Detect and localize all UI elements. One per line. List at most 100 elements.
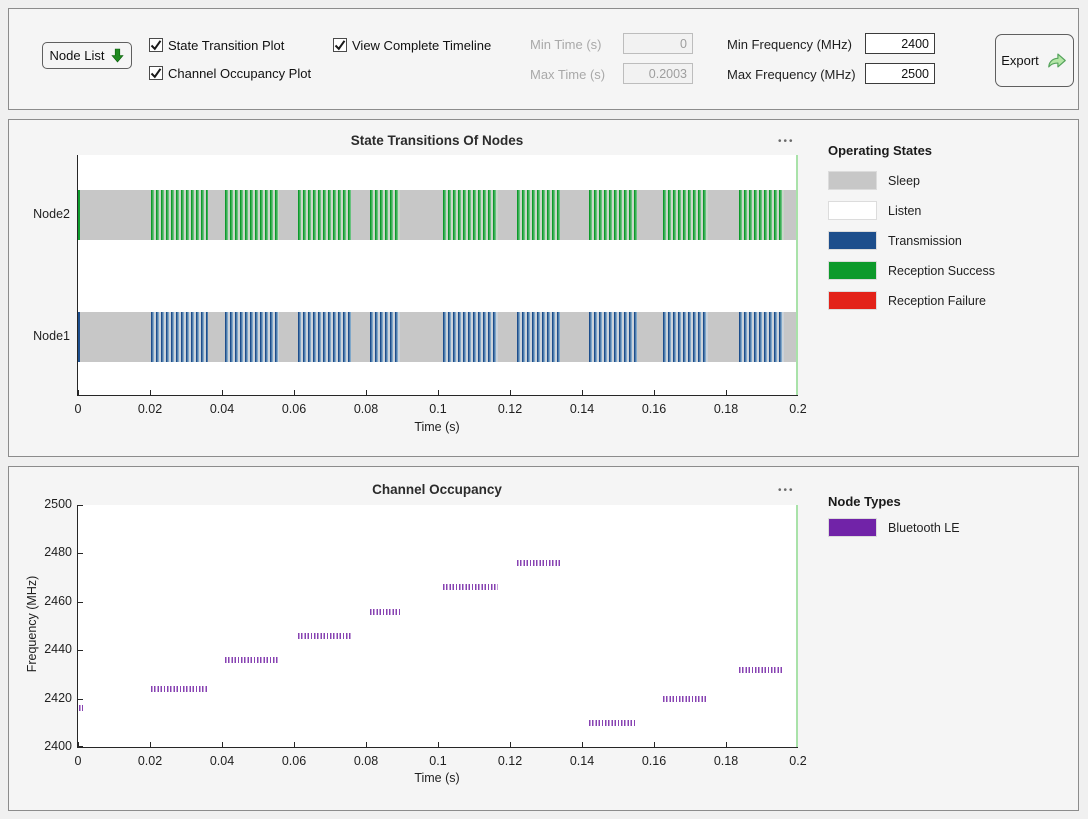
state-burst xyxy=(370,190,400,240)
x-tick-mark xyxy=(366,390,367,395)
checkbox-channel-occupancy-plot[interactable]: Channel Occupancy Plot xyxy=(149,65,311,81)
y-tick-mark xyxy=(78,699,83,700)
x-tick-mark xyxy=(294,742,295,747)
chart-options-icon[interactable]: ••• xyxy=(778,485,795,496)
node-list-label: Node List xyxy=(50,48,105,63)
x-tick-label: 0.16 xyxy=(642,402,666,416)
state-burst xyxy=(298,312,351,362)
state-burst xyxy=(739,190,784,240)
operating-states-legend-title: Operating States xyxy=(828,143,932,158)
x-tick-label: 0.14 xyxy=(570,402,594,416)
checkbox-view-complete-timeline[interactable]: View Complete Timeline xyxy=(333,37,491,53)
channel-occupancy-segment xyxy=(370,609,400,615)
x-tick-label: 0.08 xyxy=(354,754,378,768)
x-tick-label: 0 xyxy=(75,754,82,768)
checkbox-state-transition-plot[interactable]: State Transition Plot xyxy=(149,37,284,53)
legend-item: Bluetooth LE xyxy=(828,518,960,537)
y-tick-label: 2420 xyxy=(28,691,72,705)
min-time-input[interactable] xyxy=(623,33,693,54)
min-frequency-input[interactable] xyxy=(865,33,935,54)
node-types-legend: Bluetooth LE xyxy=(828,518,960,548)
state-track xyxy=(78,312,798,362)
channel-occupancy-segment xyxy=(298,633,351,639)
channel-occupancy-segment xyxy=(589,720,638,726)
y-tick-label: 2460 xyxy=(28,594,72,608)
max-time-input[interactable] xyxy=(623,63,693,84)
node-row-label: Node1 xyxy=(12,329,70,343)
legend-swatch xyxy=(828,231,877,250)
state-burst xyxy=(589,312,638,362)
legend-item: Reception Success xyxy=(828,261,995,280)
y-tick-label: 2500 xyxy=(28,497,72,511)
x-tick-mark xyxy=(78,390,79,395)
legend-label: Sleep xyxy=(888,174,920,188)
state-chart-title: State Transitions Of Nodes xyxy=(77,133,797,148)
state-burst xyxy=(151,312,208,362)
checkbox-checked-icon[interactable] xyxy=(333,38,347,52)
state-burst xyxy=(739,312,784,362)
x-tick-label: 0.02 xyxy=(138,402,162,416)
legend-item: Transmission xyxy=(828,231,995,250)
node-row-label: Node2 xyxy=(12,207,70,221)
channel-occupancy-segment xyxy=(225,657,279,663)
legend-label: Reception Success xyxy=(888,264,995,278)
legend-swatch xyxy=(828,171,877,190)
x-tick-label: 0.16 xyxy=(642,754,666,768)
y-tick-mark xyxy=(78,602,83,603)
channel-occupancy-panel: Channel Occupancy ••• Frequency (MHz) 24… xyxy=(8,466,1079,811)
x-tick-label: 0.04 xyxy=(210,754,234,768)
legend-swatch xyxy=(828,291,877,310)
y-tick-mark xyxy=(78,505,83,506)
x-tick-mark xyxy=(222,742,223,747)
x-tick-label: 0.08 xyxy=(354,402,378,416)
initial-state-mark xyxy=(78,312,80,362)
max-time-label: Max Time (s) xyxy=(530,67,605,82)
checkbox-checked-icon[interactable] xyxy=(149,38,163,52)
export-button[interactable]: Export xyxy=(995,34,1074,87)
state-burst xyxy=(517,312,561,362)
checkbox-checked-icon[interactable] xyxy=(149,66,163,80)
state-track xyxy=(78,190,798,240)
node-list-button[interactable]: Node List xyxy=(42,42,132,69)
x-axis-title: Time (s) xyxy=(77,420,797,434)
legend-item: Sleep xyxy=(828,171,995,190)
max-frequency-label: Max Frequency (MHz) xyxy=(727,67,856,82)
legend-swatch xyxy=(828,261,877,280)
x-tick-mark xyxy=(438,742,439,747)
state-burst xyxy=(443,312,498,362)
legend-label: Bluetooth LE xyxy=(888,521,960,535)
legend-label: Reception Failure xyxy=(888,294,986,308)
max-frequency-input[interactable] xyxy=(865,63,935,84)
channel-occupancy-segment xyxy=(79,705,83,711)
state-burst xyxy=(298,190,351,240)
x-tick-label: 0.04 xyxy=(210,402,234,416)
state-transition-plot-area: Node2Node100.020.040.060.080.10.120.140.… xyxy=(77,155,798,396)
x-tick-mark xyxy=(78,742,79,747)
y-tick-mark xyxy=(78,650,83,651)
state-burst xyxy=(517,190,561,240)
y-tick-label: 2400 xyxy=(28,739,72,753)
state-burst xyxy=(663,190,708,240)
legend-label: Listen xyxy=(888,204,921,218)
channel-occupancy-segment xyxy=(443,584,498,590)
x-tick-mark xyxy=(366,742,367,747)
x-tick-label: 0.12 xyxy=(498,754,522,768)
x-tick-mark xyxy=(654,390,655,395)
channel-occupancy-segment xyxy=(517,560,561,566)
state-burst xyxy=(589,190,638,240)
x-tick-label: 0.06 xyxy=(282,754,306,768)
x-axis-title: Time (s) xyxy=(77,771,797,785)
share-arrow-icon xyxy=(1046,51,1068,70)
x-tick-mark xyxy=(438,390,439,395)
state-burst xyxy=(151,190,208,240)
initial-state-mark xyxy=(78,190,80,240)
x-tick-label: 0.18 xyxy=(714,754,738,768)
legend-swatch xyxy=(828,518,877,537)
min-frequency-label: Min Frequency (MHz) xyxy=(727,37,852,52)
x-tick-mark xyxy=(654,742,655,747)
timeline-cursor-line xyxy=(796,155,798,395)
min-time-label: Min Time (s) xyxy=(530,37,602,52)
state-burst xyxy=(225,190,279,240)
chart-options-icon[interactable]: ••• xyxy=(778,136,795,147)
x-tick-mark xyxy=(294,390,295,395)
